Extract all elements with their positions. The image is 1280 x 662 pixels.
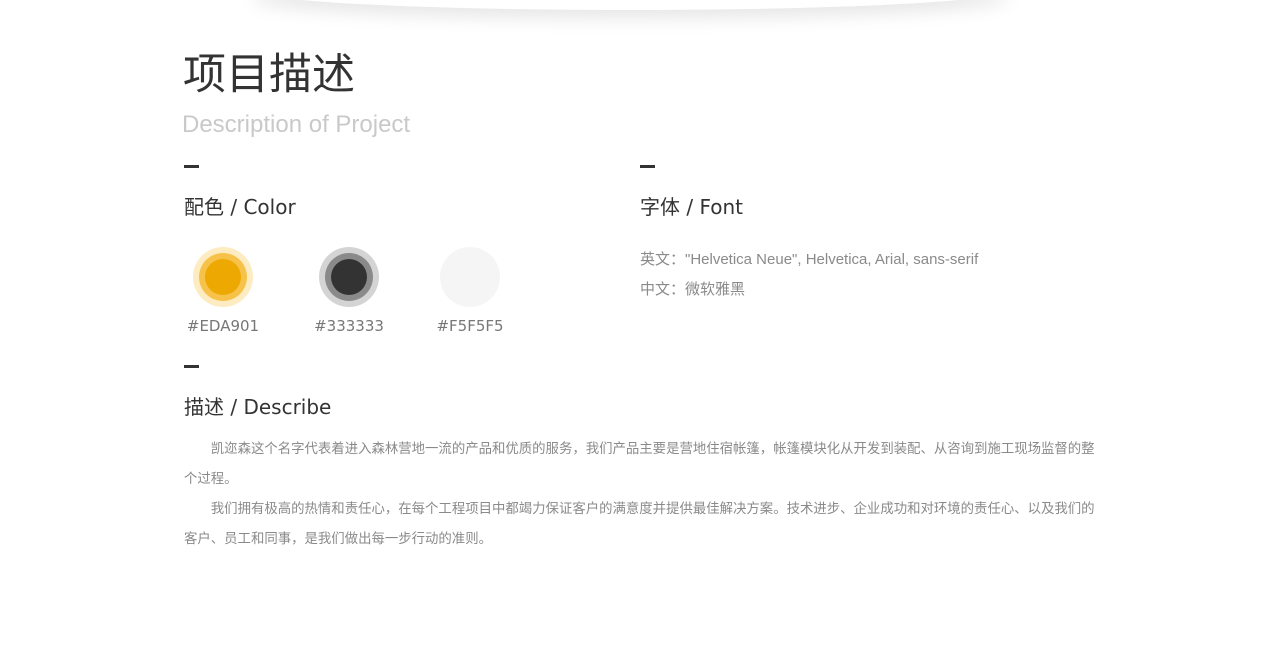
swatch-yellow-inner bbox=[205, 259, 241, 295]
font-english: 英文："Helvetica Neue", Helvetica, Arial, s… bbox=[640, 251, 979, 268]
describe-paragraph-2: 我们拥有极高的热情和责任心，在每个工程项目中都竭力保证客户的满意度并提供最佳解决… bbox=[184, 502, 1095, 547]
section-title-describe: 描述 / Describe bbox=[184, 395, 332, 419]
font-chinese: 中文：微软雅黑 bbox=[640, 281, 746, 298]
section-dash-color bbox=[184, 165, 199, 168]
swatch-dark-inner bbox=[331, 259, 367, 295]
section-dash-describe bbox=[184, 365, 199, 368]
swatch-light-inner bbox=[452, 259, 488, 295]
swatch-dark-mid bbox=[325, 253, 373, 301]
page-subtitle: Description of Project bbox=[182, 111, 411, 138]
describe-paragraph-1: 凯迩森这个名字代表着进入森林营地一流的产品和优质的服务，我们产品主要是营地住宿帐… bbox=[184, 442, 1095, 487]
top-shadow-decoration bbox=[250, 0, 1010, 10]
swatch-light bbox=[440, 247, 500, 307]
swatch-dark bbox=[319, 247, 379, 307]
swatch-light-mid bbox=[446, 253, 494, 301]
describe-body: 凯迩森这个名字代表着进入森林营地一流的产品和优质的服务，我们产品主要是营地住宿帐… bbox=[184, 435, 1096, 555]
section-title-color: 配色 / Color bbox=[184, 195, 296, 219]
swatch-yellow bbox=[193, 247, 253, 307]
section-title-font: 字体 / Font bbox=[640, 195, 743, 219]
swatch-yellow-mid bbox=[199, 253, 247, 301]
section-dash-font bbox=[640, 165, 655, 168]
swatch-label-yellow: #EDA901 bbox=[186, 317, 260, 335]
swatch-label-light: #F5F5F5 bbox=[436, 317, 504, 335]
swatch-label-dark: #333333 bbox=[314, 317, 384, 335]
page-title: 项目描述 bbox=[183, 50, 355, 100]
